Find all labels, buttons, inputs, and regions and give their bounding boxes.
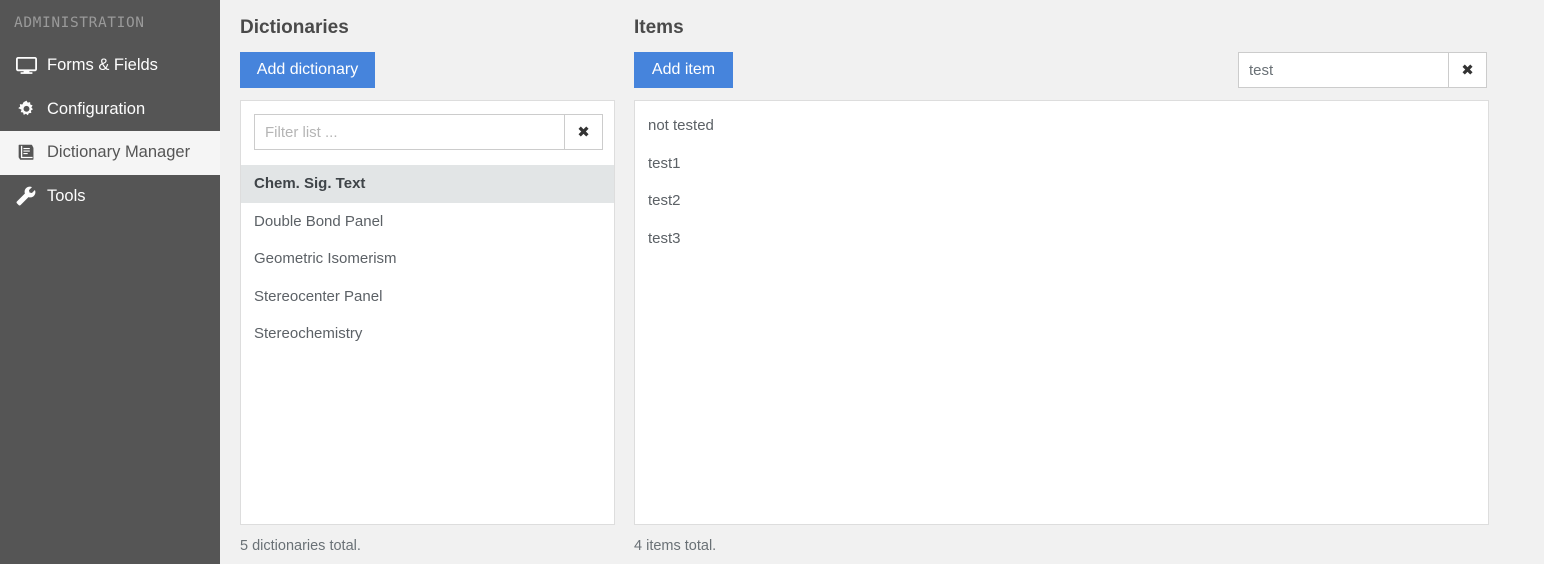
sidebar-item-forms-fields[interactable]: Forms & Fields bbox=[0, 44, 220, 88]
main-content: Dictionaries Add dictionary ✖ Chem. Sig.… bbox=[220, 0, 1544, 564]
list-item-label: Stereochemistry bbox=[254, 325, 362, 342]
list-item-label: Double Bond Panel bbox=[254, 213, 383, 230]
list-item[interactable]: Chem. Sig. Text bbox=[241, 165, 614, 203]
sidebar: ADMINISTRATION Forms & Fields Configurat… bbox=[0, 0, 220, 564]
sidebar-item-label: Configuration bbox=[47, 100, 145, 119]
list-item-label: not tested bbox=[648, 117, 714, 134]
list-item[interactable]: test1 bbox=[635, 145, 1488, 183]
dictionaries-list: Chem. Sig. Text Double Bond Panel Geomet… bbox=[241, 165, 614, 353]
list-item-label: test3 bbox=[648, 230, 681, 247]
list-item[interactable]: test3 bbox=[635, 220, 1488, 258]
sidebar-item-label: Forms & Fields bbox=[47, 56, 158, 75]
sidebar-item-label: Dictionary Manager bbox=[47, 143, 190, 162]
items-list: not tested test1 test2 test3 bbox=[635, 107, 1488, 257]
sidebar-section-title: ADMINISTRATION bbox=[0, 0, 220, 44]
dictionary-filter-group: ✖ bbox=[254, 114, 603, 150]
add-dictionary-button[interactable]: Add dictionary bbox=[240, 52, 375, 88]
list-item[interactable]: Stereocenter Panel bbox=[241, 278, 614, 316]
list-item[interactable]: Geometric Isomerism bbox=[241, 240, 614, 278]
dictionaries-heading: Dictionaries bbox=[240, 18, 349, 37]
dictionaries-total-label: 5 dictionaries total. bbox=[240, 538, 361, 554]
wrench-icon bbox=[14, 186, 38, 206]
list-item-label: Geometric Isomerism bbox=[254, 250, 397, 267]
list-item[interactable]: Double Bond Panel bbox=[241, 203, 614, 241]
monitor-icon bbox=[14, 56, 38, 76]
dictionary-filter-input[interactable] bbox=[255, 115, 564, 149]
sidebar-item-configuration[interactable]: Configuration bbox=[0, 88, 220, 132]
dictionaries-panel: ✖ Chem. Sig. Text Double Bond Panel Geom… bbox=[240, 100, 615, 525]
gear-icon bbox=[14, 99, 38, 119]
items-panel: not tested test1 test2 test3 bbox=[634, 100, 1489, 525]
list-item-label: Stereocenter Panel bbox=[254, 288, 382, 305]
items-total-label: 4 items total. bbox=[634, 538, 716, 554]
item-search-clear-button[interactable]: ✖ bbox=[1448, 53, 1486, 87]
list-item-label: test2 bbox=[648, 192, 681, 209]
list-item-label: Chem. Sig. Text bbox=[254, 175, 365, 192]
item-search-input[interactable] bbox=[1239, 53, 1448, 87]
add-item-button[interactable]: Add item bbox=[634, 52, 733, 88]
list-item-label: test1 bbox=[648, 155, 681, 172]
list-item[interactable]: Stereochemistry bbox=[241, 315, 614, 353]
items-heading: Items bbox=[634, 18, 684, 37]
dictionary-filter-clear-button[interactable]: ✖ bbox=[564, 115, 602, 149]
sidebar-item-dictionary-manager[interactable]: Dictionary Manager bbox=[0, 131, 220, 175]
sidebar-item-label: Tools bbox=[47, 187, 86, 206]
book-icon bbox=[14, 143, 38, 163]
item-search-group: ✖ bbox=[1238, 52, 1487, 88]
list-item[interactable]: not tested bbox=[635, 107, 1488, 145]
list-item[interactable]: test2 bbox=[635, 182, 1488, 220]
sidebar-item-tools[interactable]: Tools bbox=[0, 175, 220, 219]
